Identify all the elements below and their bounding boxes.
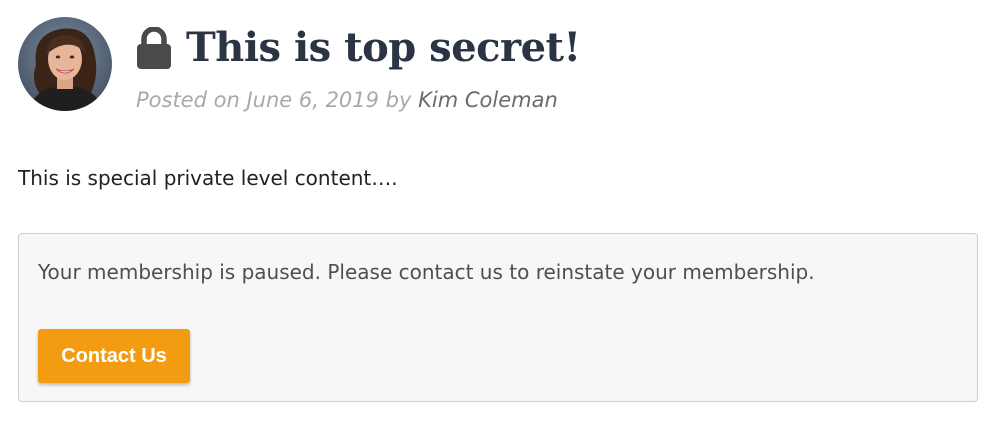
lock-icon [136, 27, 172, 69]
post-author-link[interactable]: Kim Coleman [418, 88, 558, 112]
post-title: This is top secret! [186, 24, 581, 71]
post-meta-date: Posted on June 6, 2019 by [136, 88, 419, 112]
membership-paused-message: Your membership is paused. Please contac… [38, 260, 815, 284]
author-avatar [18, 17, 112, 111]
contact-us-button[interactable]: Contact Us [38, 329, 190, 383]
post-meta: Posted on June 6, 2019 by Kim Coleman [136, 88, 558, 112]
post-content: This is special private level content…. [18, 166, 398, 190]
membership-notice: Your membership is paused. Please contac… [18, 233, 978, 402]
post-title-row: This is top secret! [136, 14, 581, 82]
